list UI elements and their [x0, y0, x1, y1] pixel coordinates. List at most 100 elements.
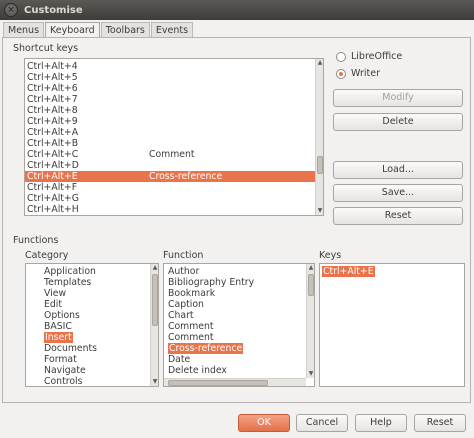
shortcut-key: Ctrl+Alt+F — [27, 182, 78, 193]
tab-toolbars[interactable]: Toolbars — [100, 22, 150, 38]
radio-writer-circle[interactable] — [336, 68, 346, 79]
shortcut-key: Ctrl+Alt+H — [27, 204, 79, 215]
function-item[interactable]: Bookmark — [168, 288, 215, 299]
category-item[interactable]: Application — [44, 266, 96, 277]
category-label-text: Format — [44, 354, 77, 365]
category-item[interactable]: Controls — [44, 376, 83, 387]
category-scroll-down-icon[interactable]: ▼ — [151, 378, 158, 386]
scroll-up-icon[interactable]: ▲ — [316, 59, 323, 67]
category-label-text: BASIC — [44, 321, 72, 332]
category-item[interactable]: BASIC — [44, 321, 72, 332]
category-item[interactable]: View — [44, 288, 66, 299]
function-item[interactable]: Comment — [168, 332, 214, 343]
category-scroll-up-icon[interactable]: ▲ — [151, 264, 158, 272]
function-label-text: Comment — [168, 332, 214, 343]
category-tree[interactable]: ▲ ▼ Application Templates View Edit Options B… — [25, 263, 159, 387]
shortcut-row[interactable]: Ctrl+Alt+F — [25, 182, 315, 193]
radio-libreoffice-circle[interactable] — [336, 51, 346, 62]
category-item[interactable]: Options — [44, 310, 80, 321]
shortcut-row[interactable]: Ctrl+Alt+8 — [25, 105, 315, 116]
function-scroll-thumb[interactable] — [308, 274, 314, 296]
key-label-text: Ctrl+Alt+E — [322, 266, 375, 277]
function-item[interactable]: Delete index — [168, 365, 227, 376]
radio-writer[interactable]: Writer — [336, 68, 380, 79]
scroll-down-icon[interactable]: ▼ — [316, 207, 323, 215]
category-label-text: Controls — [44, 376, 83, 387]
shortcut-row[interactable]: Ctrl+Alt+E Cross-reference — [25, 171, 315, 182]
function-scroll-down-icon[interactable]: ▼ — [307, 370, 314, 378]
category-label-text: Templates — [44, 277, 92, 288]
window-title: Customise — [24, 4, 83, 16]
shortcut-list-scrollbar[interactable]: ▲ ▼ — [315, 59, 323, 215]
shortcut-row[interactable]: Ctrl+Alt+G — [25, 193, 315, 204]
modify-button[interactable]: Modify — [333, 89, 463, 107]
reset-button[interactable]: Reset — [414, 414, 466, 432]
shortcut-key: Ctrl+Alt+4 — [27, 61, 78, 72]
function-item[interactable]: Caption — [168, 299, 204, 310]
shortcut-row[interactable]: Ctrl+Alt+B — [25, 138, 315, 149]
category-item[interactable]: Format — [44, 354, 77, 365]
help-button[interactable]: Help — [355, 414, 407, 432]
shortcut-row[interactable]: Ctrl+Alt+C Comment — [25, 149, 315, 160]
category-item[interactable]: Edit — [44, 299, 62, 310]
cancel-button[interactable]: Cancel — [296, 414, 348, 432]
function-label-text: Bibliography Entry — [168, 277, 255, 288]
shortcut-row[interactable]: Ctrl+Alt+9 — [25, 116, 315, 127]
load-button[interactable]: Load... — [333, 161, 463, 179]
customise-dialog: × Customise Menus Keyboard Toolbars Even… — [0, 0, 474, 438]
delete-button[interactable]: Delete — [333, 113, 463, 131]
function-item[interactable]: Date — [168, 354, 190, 365]
shortcut-key: Ctrl+Alt+A — [27, 127, 79, 138]
category-item[interactable]: Insert — [44, 332, 73, 343]
category-scroll-thumb[interactable] — [152, 274, 158, 326]
category-label-text: Edit — [44, 299, 63, 310]
category-item[interactable]: Templates — [44, 277, 91, 288]
function-item[interactable]: Author — [168, 266, 199, 277]
keys-list[interactable]: Ctrl+Alt+E — [319, 263, 465, 387]
function-label-text: Date — [168, 354, 191, 365]
category-scrollbar[interactable]: ▲ ▼ — [150, 264, 158, 386]
keyboard-panel: Shortcut keys ▲ ▼ Ctrl+Alt+4 Ctrl+Alt+5 Ct… — [2, 37, 471, 403]
function-hscroll-thumb[interactable] — [168, 380, 268, 386]
shortcut-row[interactable]: Ctrl+Alt+5 — [25, 72, 315, 83]
radio-libreoffice[interactable]: LibreOffice — [336, 51, 402, 62]
function-label-text: Chart — [168, 310, 194, 321]
function-list[interactable]: ▲ ▼ Author Bibliography Entry Bookmark Capt… — [163, 263, 315, 387]
function-label-text: Author — [168, 266, 200, 277]
function-scroll-up-icon[interactable]: ▲ — [307, 264, 314, 272]
shortcut-key: Ctrl+Alt+E — [27, 171, 78, 182]
tab-events[interactable]: Events — [150, 22, 194, 38]
shortcut-key: Ctrl+Alt+6 — [27, 83, 78, 94]
shortcut-row[interactable]: Ctrl+Alt+6 — [25, 83, 315, 94]
shortcut-row[interactable]: Ctrl+Alt+4 — [25, 61, 315, 72]
function-item[interactable]: Comment — [168, 321, 214, 332]
function-vscrollbar[interactable]: ▲ ▼ — [306, 264, 314, 378]
shortcut-row[interactable]: Ctrl+Alt+A — [25, 127, 315, 138]
category-item[interactable]: Navigate — [44, 365, 86, 376]
shortcut-key: Ctrl+Alt+D — [27, 160, 79, 171]
shortcut-row[interactable]: Ctrl+Alt+D — [25, 160, 315, 171]
category-label-text: Navigate — [44, 365, 86, 376]
function-item[interactable]: Chart — [168, 310, 194, 321]
key-item[interactable]: Ctrl+Alt+E — [322, 266, 375, 277]
tab-bar: Menus Keyboard Toolbars Events — [3, 22, 194, 39]
shortcut-row[interactable]: Ctrl+Alt+7 — [25, 94, 315, 105]
category-item[interactable]: Documents — [44, 343, 97, 354]
function-hscrollbar[interactable] — [164, 378, 306, 386]
category-label-text: Documents — [44, 343, 98, 354]
function-item[interactable]: Cross-reference — [168, 343, 244, 354]
function-item[interactable]: Bibliography Entry — [168, 277, 254, 288]
save-button[interactable]: Save... — [333, 184, 463, 202]
function-label-text: Delete index — [168, 365, 227, 376]
tab-menus[interactable]: Menus — [3, 22, 45, 38]
reset-shortcuts-button[interactable]: Reset — [333, 207, 463, 225]
shortcut-key: Ctrl+Alt+5 — [27, 72, 78, 83]
shortcut-list-scroll-thumb[interactable] — [317, 156, 323, 174]
shortcut-row[interactable]: Ctrl+Alt+H — [25, 204, 315, 215]
shortcut-keys-label: Shortcut keys — [13, 43, 79, 54]
ok-button[interactable]: OK — [238, 414, 290, 432]
title-bar: × Customise — [0, 0, 474, 20]
shortcut-keys-list[interactable]: ▲ ▼ Ctrl+Alt+4 Ctrl+Alt+5 Ctrl+Alt+6 Ctrl+A… — [24, 58, 324, 216]
radio-writer-label: Writer — [351, 68, 380, 79]
close-icon[interactable]: × — [4, 3, 18, 17]
